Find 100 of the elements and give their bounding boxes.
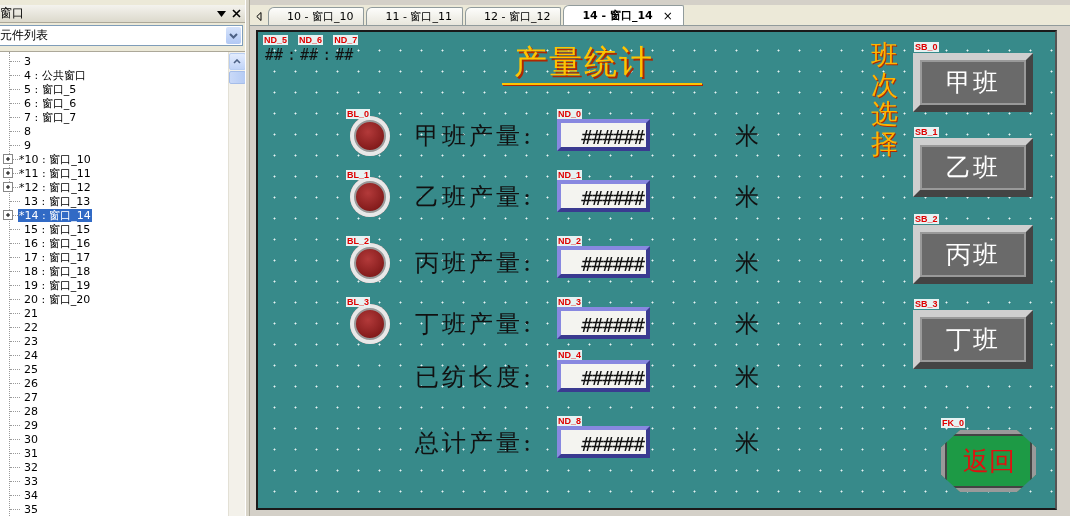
number-display: ###### bbox=[557, 426, 650, 458]
unit-label: 米 bbox=[735, 428, 759, 459]
tab[interactable]: 12 - 窗口_12 bbox=[464, 7, 562, 25]
element-tag: ND_0 bbox=[557, 109, 582, 119]
dropdown-icon[interactable] bbox=[217, 10, 226, 17]
tree-item[interactable]: 26 bbox=[23, 376, 39, 390]
field-label: 甲班产量: bbox=[415, 121, 535, 152]
expand-icon[interactable] bbox=[4, 155, 12, 163]
tree-item[interactable]: 20 : 窗口_20 bbox=[23, 292, 92, 306]
scroll-left-icon[interactable] bbox=[256, 12, 262, 21]
element-tag: ND_1 bbox=[557, 170, 582, 180]
unit-label: 米 bbox=[735, 182, 759, 213]
tree-item[interactable]: 32 bbox=[23, 460, 39, 474]
tree-item[interactable]: 19 : 窗口_19 bbox=[23, 278, 92, 292]
unit-label: 米 bbox=[735, 362, 759, 393]
element-tag: SB_2 bbox=[914, 214, 939, 224]
time-separator: : bbox=[287, 45, 297, 64]
tree-item[interactable]: 16 : 窗口_16 bbox=[23, 236, 92, 250]
tree-item[interactable]: *11 : 窗口_11 bbox=[18, 166, 92, 180]
chevron-down-icon bbox=[229, 32, 238, 39]
indicator-lamp bbox=[350, 116, 390, 156]
scroll-thumb[interactable] bbox=[228, 71, 245, 84]
tree-item[interactable]: 34 bbox=[23, 488, 39, 502]
scroll-up-button[interactable] bbox=[228, 53, 245, 70]
number-display: ###### bbox=[557, 119, 650, 151]
tree-item[interactable]: 6 : 窗口_6 bbox=[23, 96, 78, 110]
indicator-lamp bbox=[350, 177, 390, 217]
field-label: 丙班产量: bbox=[415, 248, 535, 279]
number-display: ###### bbox=[557, 180, 650, 212]
element-tag: BL_2 bbox=[346, 236, 370, 246]
tree-item[interactable]: 24 bbox=[23, 348, 39, 362]
tab[interactable]: 11 - 窗口_11 bbox=[366, 7, 463, 25]
time-separator: : bbox=[322, 45, 332, 64]
time-field: ## bbox=[300, 46, 319, 64]
shift-button[interactable]: 丁班 bbox=[913, 310, 1033, 369]
close-icon[interactable] bbox=[232, 9, 241, 18]
time-field: ## bbox=[335, 46, 354, 64]
shift-button[interactable]: 甲班 bbox=[913, 53, 1033, 112]
tree-item[interactable]: 13 : 窗口_13 bbox=[23, 194, 92, 208]
unit-label: 米 bbox=[735, 309, 759, 340]
element-tag: FK_0 bbox=[941, 418, 965, 428]
tab[interactable]: 10 - 窗口_10 bbox=[268, 7, 365, 25]
expand-icon[interactable] bbox=[4, 183, 12, 191]
shift-button[interactable]: 乙班 bbox=[913, 138, 1033, 197]
field-label: 丁班产量: bbox=[415, 309, 535, 340]
tree-item[interactable]: 22 bbox=[23, 320, 39, 334]
field-label: 乙班产量: bbox=[415, 182, 535, 213]
shift-selection-title: 班次选择 bbox=[871, 40, 898, 159]
tree-item[interactable]: 18 : 窗口_18 bbox=[23, 264, 92, 278]
element-tag: ND_3 bbox=[557, 297, 582, 307]
tree-item[interactable]: 29 bbox=[23, 418, 39, 432]
tree-item[interactable]: 27 bbox=[23, 390, 39, 404]
number-display: ###### bbox=[557, 246, 650, 278]
tree-item[interactable]: 17 : 窗口_17 bbox=[23, 250, 92, 264]
element-tag: BL_1 bbox=[346, 170, 370, 180]
panel-title: 窗口 bbox=[0, 5, 24, 22]
element-tag: ND_2 bbox=[557, 236, 582, 246]
element-tag: SB_0 bbox=[914, 42, 939, 52]
element-tag: ND_8 bbox=[557, 416, 582, 426]
tree-item[interactable]: 5 : 窗口_5 bbox=[23, 82, 78, 96]
tab[interactable]: 14 - 窗口_14 × bbox=[563, 5, 684, 25]
tree-item[interactable]: 25 bbox=[23, 362, 39, 376]
tree-item[interactable]: 28 bbox=[23, 404, 39, 418]
field-label: 总计产量: bbox=[415, 428, 535, 459]
close-tab-button[interactable]: × bbox=[662, 8, 673, 23]
tree-item[interactable]: 21 bbox=[23, 306, 39, 320]
tree-item[interactable]: 7 : 窗口_7 bbox=[23, 110, 78, 124]
tree-item[interactable]: 8 bbox=[23, 124, 32, 138]
tree-item[interactable]: 33 bbox=[23, 474, 39, 488]
tree-item[interactable]: 15 : 窗口_15 bbox=[23, 222, 92, 236]
element-tag: ND_5 bbox=[263, 35, 288, 45]
element-tag: BL_0 bbox=[346, 109, 370, 119]
tree-item[interactable]: 35 bbox=[23, 502, 39, 516]
tree-item[interactable]: 9 bbox=[23, 138, 32, 152]
element-tag: ND_7 bbox=[333, 35, 359, 45]
component-list-dropdown[interactable]: 元件列表 bbox=[0, 25, 243, 46]
tree-item[interactable]: 23 bbox=[23, 334, 39, 348]
shift-button[interactable]: 丙班 bbox=[913, 225, 1033, 284]
unit-label: 米 bbox=[735, 121, 759, 152]
indicator-lamp bbox=[350, 304, 390, 344]
element-tag: ND_4 bbox=[557, 350, 582, 360]
tree-item[interactable]: 30 bbox=[23, 432, 39, 446]
tree-item[interactable]: 31 bbox=[23, 446, 39, 460]
field-label: 已纺长度: bbox=[415, 362, 535, 393]
unit-label: 米 bbox=[735, 248, 759, 279]
tree-item[interactable]: *14 : 窗口_14 bbox=[18, 208, 92, 222]
tree-item[interactable]: *12 : 窗口_12 bbox=[18, 180, 92, 194]
element-tag: ND_6 bbox=[298, 35, 324, 45]
page-title: 产量统计 bbox=[514, 44, 654, 80]
indicator-lamp bbox=[350, 243, 390, 283]
expand-icon[interactable] bbox=[4, 169, 12, 177]
number-display: ###### bbox=[557, 307, 650, 339]
tree-item[interactable]: 4 : 公共窗口 bbox=[23, 68, 87, 82]
chevron-up-icon bbox=[233, 59, 241, 64]
number-display: ###### bbox=[557, 360, 650, 392]
expand-icon[interactable] bbox=[4, 211, 12, 219]
time-field: ## bbox=[265, 46, 284, 64]
tree-item[interactable]: *10 : 窗口_10 bbox=[18, 152, 92, 166]
tree-item[interactable]: 3 bbox=[23, 54, 32, 68]
element-tag: SB_1 bbox=[914, 127, 939, 137]
